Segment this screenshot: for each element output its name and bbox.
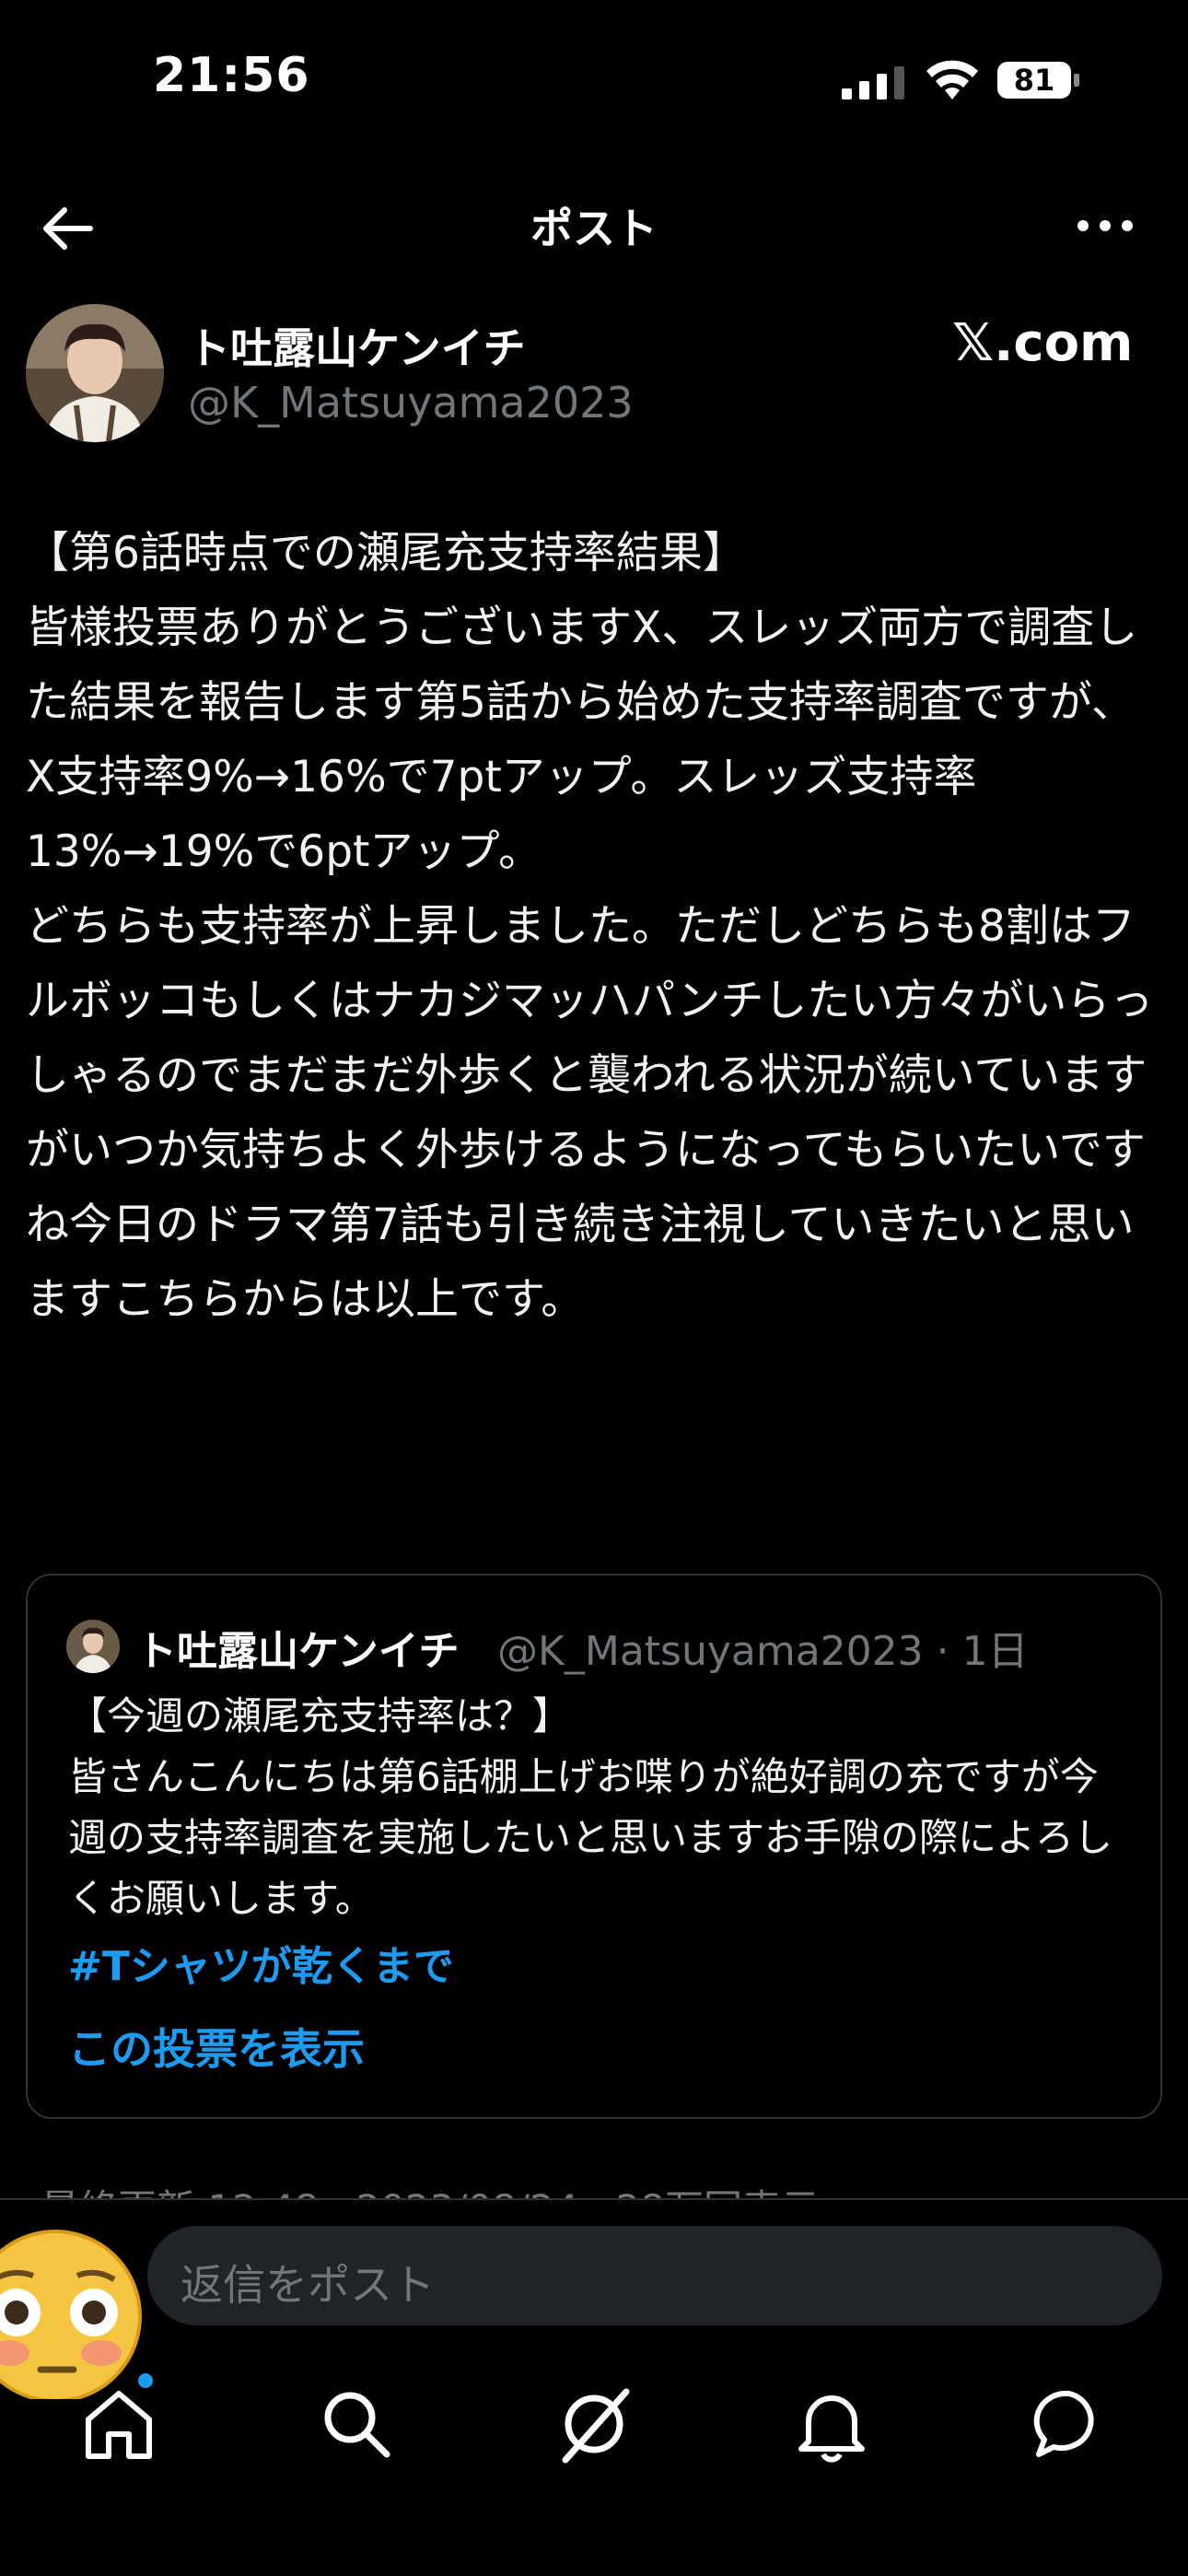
post-text: 【第6話時点での瀬尾充支持率結果】 皆様投票ありがとうございますX、スレッズ両方… — [26, 528, 1154, 1325]
quoted-author-name: ト吐露山ケンイチ — [136, 1628, 460, 1675]
wifi-icon — [926, 60, 978, 100]
messages-icon[interactable] — [1028, 2383, 1111, 2465]
quoted-post-text: 【今週の瀬尾充支持率は？】 皆さんこんにちは第6話棚上げお喋りが絶好調の充ですが… — [68, 1693, 1113, 1921]
home-icon[interactable] — [77, 2383, 160, 2465]
battery-level: 81 — [1013, 63, 1055, 98]
battery-icon: 81 — [996, 59, 1081, 101]
reply-input[interactable]: 返信をポスト — [147, 2226, 1162, 2325]
more-options-icon[interactable] — [1068, 203, 1142, 249]
status-time: 21:56 — [153, 48, 310, 103]
grok-icon[interactable] — [553, 2383, 635, 2465]
status-bar: 21:56 81 — [0, 0, 1188, 161]
author-name[interactable]: ト吐露山ケンイチ — [188, 315, 526, 376]
x-com-badge: 𝕏.com — [952, 313, 1134, 373]
page-title: ポスト — [530, 204, 658, 253]
header-bar: ポスト — [0, 184, 1188, 267]
search-icon[interactable] — [315, 2383, 398, 2465]
notifications-icon[interactable] — [790, 2383, 873, 2465]
hashtag-link[interactable]: #Tシャツが乾くまで — [68, 1933, 454, 1992]
author-handle[interactable]: @K_Matsuyama2023 — [188, 378, 634, 427]
cellular-signal-icon — [842, 66, 904, 100]
quoted-author-handle-time: @K_Matsuyama2023 · 1日 — [497, 1628, 1029, 1675]
author-avatar[interactable] — [26, 304, 164, 442]
reply-placeholder: 返信をポスト — [181, 2260, 435, 2310]
reply-and-tab-bar: 返信をポスト — [0, 2200, 1188, 2576]
show-poll-link[interactable]: この投票を表示 — [68, 2016, 365, 2077]
quoted-post-card[interactable]: ト吐露山ケンイチ @K_Matsuyama2023 · 1日 【今週の瀬尾充支持… — [26, 1574, 1162, 2119]
flushed-face-emoji-icon — [0, 2230, 142, 2399]
quoted-author-avatar — [66, 1620, 120, 1673]
